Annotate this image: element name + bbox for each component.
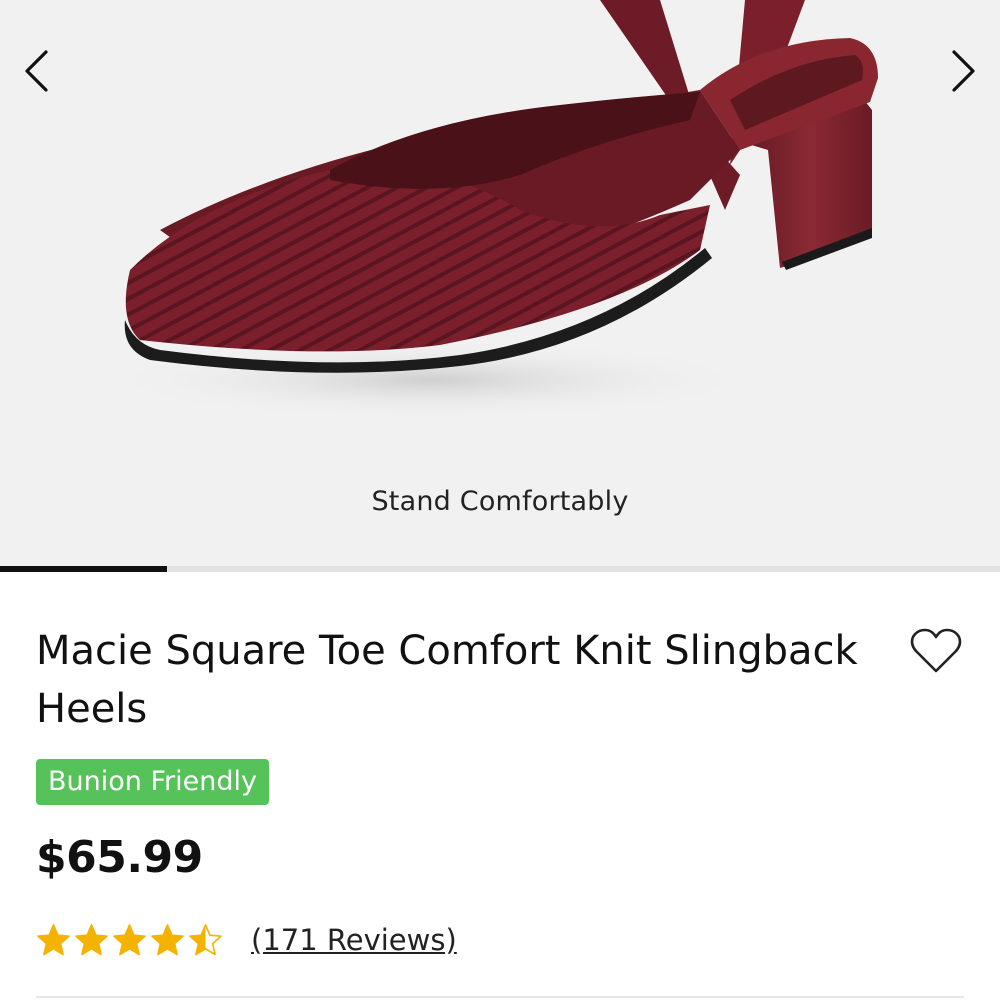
section-divider <box>36 996 964 998</box>
product-image <box>100 0 878 420</box>
product-price: $65.99 <box>36 832 203 883</box>
rating-row: (171 Reviews) <box>36 918 457 962</box>
product-image-gallery[interactable]: Stand Comfortably <box>0 0 1000 566</box>
bunion-friendly-badge: Bunion Friendly <box>36 759 269 805</box>
image-caption: Stand Comfortably <box>371 486 629 517</box>
gallery-prev-button[interactable] <box>12 46 62 96</box>
star-full-icon <box>151 923 184 955</box>
star-rating <box>36 923 223 958</box>
gallery-progress-bar <box>0 566 1000 572</box>
product-title: Macie Square Toe Comfort Knit Slingback … <box>36 628 858 732</box>
star-full-icon <box>37 923 70 955</box>
star-full-icon <box>113 923 146 955</box>
star-half-icon <box>189 923 222 955</box>
chevron-left-icon <box>25 50 48 92</box>
chevron-right-icon <box>952 50 975 92</box>
reviews-link[interactable]: (171 Reviews) <box>251 923 457 957</box>
wishlist-button[interactable] <box>908 626 964 676</box>
heart-outline-icon <box>910 628 962 673</box>
gallery-progress-fill <box>0 566 167 572</box>
star-full-icon <box>75 923 108 955</box>
gallery-next-button[interactable] <box>938 46 988 96</box>
